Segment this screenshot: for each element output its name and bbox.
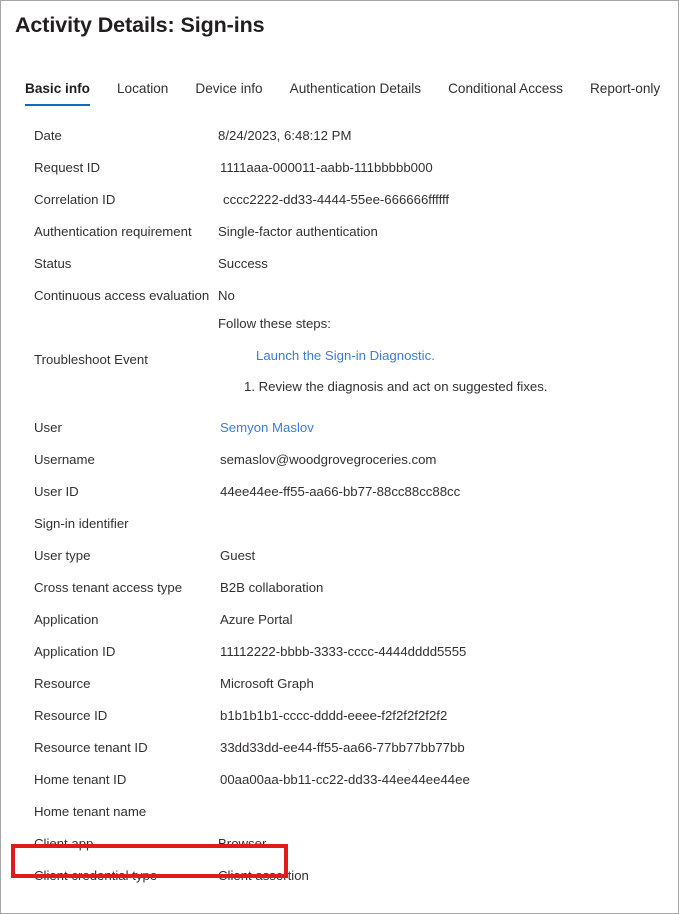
row-label: Troubleshoot Event xyxy=(34,352,148,367)
table-row: Status Success xyxy=(1,247,678,279)
row-label: Date xyxy=(34,127,62,143)
troubleshoot-intro: Follow these steps: xyxy=(218,316,331,331)
row-value: Microsoft Graph xyxy=(220,675,314,691)
row-value: No xyxy=(218,287,235,303)
details-list: Date 8/24/2023, 6:48:12 PM Request ID 11… xyxy=(1,119,678,891)
row-value: 33dd33dd-ee44-ff55-aa66-77bb77bb77bb xyxy=(220,739,465,755)
table-row: Home tenant name xyxy=(1,795,678,827)
table-row: Continuous access evaluation No xyxy=(1,279,678,311)
tab-label: Basic info xyxy=(25,81,90,96)
tab-location[interactable]: Location xyxy=(117,80,168,106)
tab-label: Location xyxy=(116,81,169,96)
row-value: Azure Portal xyxy=(220,611,293,627)
row-label: Authentication requirement xyxy=(34,223,192,239)
row-label: Resource xyxy=(34,675,91,691)
row-label: Home tenant ID xyxy=(34,771,127,787)
table-row: Request ID 1111aaa-000011-aabb-111bbbbb0… xyxy=(1,151,678,183)
row-label: Sign-in identifier xyxy=(34,515,129,531)
table-row: Correlation ID cccc2222-dd33-4444-55ee-6… xyxy=(1,183,678,215)
tab-report-only[interactable]: Report-only xyxy=(590,80,660,106)
troubleshoot-step-1: 1. Review the diagnosis and act on sugge… xyxy=(244,379,548,394)
user-link[interactable]: Semyon Maslov xyxy=(220,420,314,435)
row-label: Application xyxy=(34,611,99,627)
row-value: Browser xyxy=(218,835,267,851)
row-label: Resource tenant ID xyxy=(34,739,148,755)
table-row: User type Guest xyxy=(1,539,678,571)
table-row: Authentication requirement Single-factor… xyxy=(1,215,678,247)
row-label: Application ID xyxy=(34,643,116,659)
row-label: Status xyxy=(34,255,72,271)
row-value: B2B collaboration xyxy=(220,579,324,595)
row-value: cccc2222-dd33-4444-55ee-666666ffffff xyxy=(223,191,450,207)
row-value: 00aa00aa-bb11-cc22-dd33-44ee44ee44ee xyxy=(220,771,470,787)
row-label: Resource ID xyxy=(34,707,108,723)
page-title: Activity Details: Sign-ins xyxy=(15,13,265,37)
sign-in-diagnostic-link[interactable]: Launch the Sign-in Diagnostic. xyxy=(256,348,435,363)
row-label: User type xyxy=(34,547,91,563)
table-row: Username semaslov@woodgrovegroceries.com xyxy=(1,443,678,475)
table-row: Sign-in identifier xyxy=(1,507,678,539)
activity-details-panel: Activity Details: Sign-ins Basic info Lo… xyxy=(0,0,679,914)
row-label: Client credential type xyxy=(34,867,158,883)
row-label: User ID xyxy=(34,483,79,499)
tab-label: Authentication Details xyxy=(289,81,422,96)
row-label: Username xyxy=(34,451,95,467)
row-label: Cross tenant access type xyxy=(34,579,183,595)
row-value: 44ee44ee-ff55-aa66-bb77-88cc88cc88cc xyxy=(220,483,461,499)
row-value: semaslov@woodgrovegroceries.com xyxy=(220,451,437,467)
row-value: Success xyxy=(218,255,268,271)
table-row: Application Azure Portal xyxy=(1,603,678,635)
row-value: 1111aaa-000011-aabb-111bbbbb000 xyxy=(220,159,433,175)
table-row: Home tenant ID 00aa00aa-bb11-cc22-dd33-4… xyxy=(1,763,678,795)
row-value: Guest xyxy=(220,547,256,563)
table-row: Resource ID b1b1b1b1-cccc-dddd-eeee-f2f2… xyxy=(1,699,678,731)
table-row: User Semyon Maslov xyxy=(1,411,678,443)
row-label: Client app xyxy=(34,835,94,851)
table-row: Date 8/24/2023, 6:48:12 PM xyxy=(1,119,678,151)
table-row: Cross tenant access type B2B collaborati… xyxy=(1,571,678,603)
table-row: Client credential type Client assertion xyxy=(1,859,678,891)
tab-label: Device info xyxy=(195,81,263,96)
table-row: User ID 44ee44ee-ff55-aa66-bb77-88cc88cc… xyxy=(1,475,678,507)
table-row: Resource Microsoft Graph xyxy=(1,667,678,699)
row-label: Continuous access evaluation xyxy=(34,287,210,303)
row-value: b1b1b1b1-cccc-dddd-eeee-f2f2f2f2f2f2 xyxy=(220,707,448,723)
table-row: Resource tenant ID 33dd33dd-ee44-ff55-aa… xyxy=(1,731,678,763)
row-value: Single-factor authentication xyxy=(218,223,378,239)
tab-label: Conditional Access xyxy=(448,81,563,96)
row-label: Correlation ID xyxy=(34,191,116,207)
tab-conditional-access[interactable]: Conditional Access xyxy=(448,80,563,106)
row-label: Request ID xyxy=(34,159,100,175)
table-row: Application ID 11112222-bbbb-3333-cccc-4… xyxy=(1,635,678,667)
row-value: 8/24/2023, 6:48:12 PM xyxy=(218,127,352,143)
tab-basic-info[interactable]: Basic info xyxy=(25,80,90,106)
tab-device-info[interactable]: Device info xyxy=(195,80,262,106)
row-value: Client assertion xyxy=(218,867,309,883)
row-label: User xyxy=(34,419,62,435)
tab-authentication-details[interactable]: Authentication Details xyxy=(290,80,421,106)
row-label: Home tenant name xyxy=(34,803,147,819)
tab-label: Report-only xyxy=(589,81,661,96)
troubleshoot-event-row: Troubleshoot Event Follow these steps: L… xyxy=(1,311,678,411)
tab-bar: Basic info Location Device info Authenti… xyxy=(25,80,660,110)
table-row-client-app: Client app Browser xyxy=(1,827,678,859)
row-value: 11112222-bbbb-3333-cccc-4444dddd5555 xyxy=(220,643,467,659)
